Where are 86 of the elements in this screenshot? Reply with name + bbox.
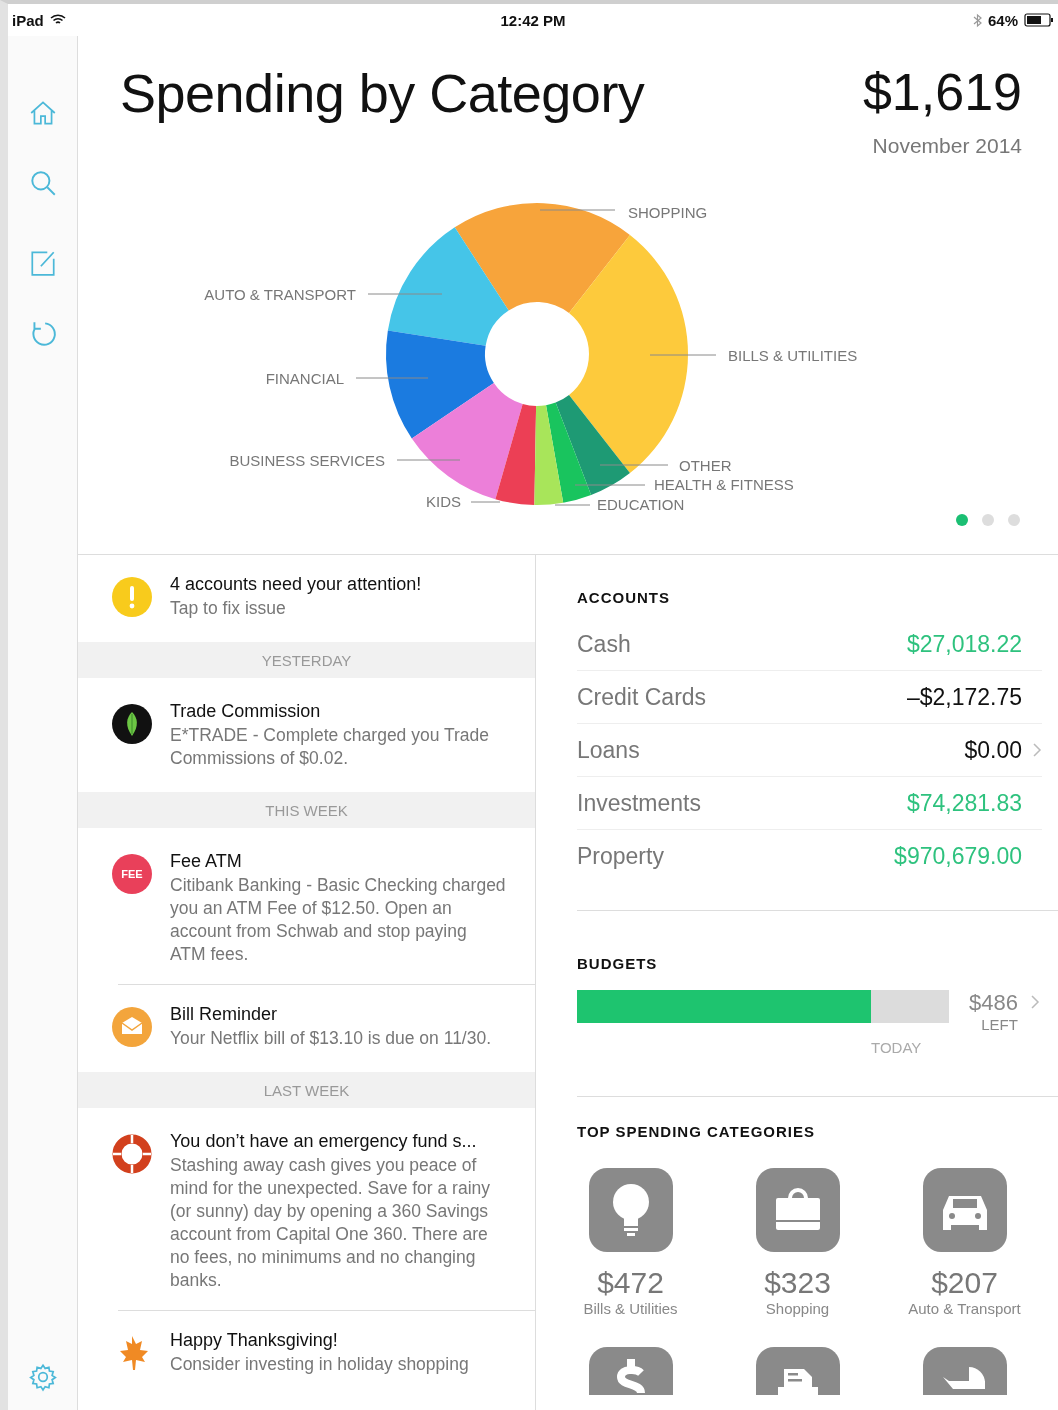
section-heading: BUDGETS	[577, 955, 659, 972]
category-name: Shopping	[765, 1300, 830, 1317]
leader-line	[396, 459, 461, 461]
donut-slice[interactable]	[387, 227, 509, 346]
section-heading: ACCOUNTS	[577, 589, 671, 606]
notification-text: Citibank Banking - Basic Checking charged you an ATM Fee of $12.50. Open an account from Schwab and stop paying ATM fees.	[170, 874, 506, 966]
battery-icon	[1024, 13, 1054, 27]
category-name: Bills & Utilities	[583, 1300, 678, 1317]
category-label: SHOPPING	[628, 204, 708, 221]
clock: 12:42 PM	[500, 11, 566, 29]
page-dot[interactable]	[1008, 514, 1020, 526]
category-label: BILLS & UTILITIES	[728, 347, 858, 364]
category-label: KIDS	[426, 493, 461, 510]
section-label: LAST WEEK	[263, 1081, 350, 1099]
account-name[interactable]: Loans	[577, 736, 965, 764]
account-balance: $0.00	[964, 736, 1022, 764]
shopping-bag-icon[interactable]	[755, 1168, 840, 1252]
leader-line	[470, 501, 501, 503]
notification-title[interactable]: Fee ATM	[170, 850, 506, 872]
category-amount: $472	[597, 1266, 664, 1300]
leader-line	[649, 354, 717, 356]
category-label: FINANCIAL	[265, 370, 344, 387]
account-balance: –$2,172.75	[906, 683, 1022, 711]
notification-text: Consider investing in holiday shopping	[170, 1353, 469, 1376]
account-name[interactable]: Investments	[577, 789, 907, 817]
donut-slice[interactable]	[386, 330, 494, 439]
page-dot[interactable]	[956, 514, 968, 526]
budget-amount: $486	[969, 990, 1018, 1016]
notification-text: E*TRADE - Complete charged you Trade Commissions of $0.02.	[170, 724, 491, 770]
stroller-icon[interactable]	[922, 1347, 1007, 1395]
lifebuoy-icon	[112, 1134, 152, 1174]
period-label: November 2014	[872, 134, 1022, 158]
leaf-icon	[112, 704, 152, 744]
category-label: AUTO & TRANSPORT	[204, 286, 356, 303]
account-balance: $27,018.22	[906, 630, 1022, 658]
notification-title[interactable]: Trade Commission	[170, 700, 506, 722]
notification-title[interactable]: Bill Reminder	[170, 1003, 492, 1025]
notification-text: Tap to fix issue	[170, 597, 287, 620]
category-amount: $323	[764, 1266, 831, 1300]
notification-text: Your Netflix bill of $13.10 is due on 11/30.	[170, 1027, 492, 1050]
account-balance: $970,679.00	[894, 842, 1022, 870]
device-name: iPad	[12, 11, 44, 29]
section-label: YESTERDAY	[261, 651, 352, 669]
budget-left-label: LEFT	[981, 1016, 1018, 1033]
page-title: Spending by Category	[120, 62, 645, 125]
category-label: BUSINESS SERVICES	[229, 452, 385, 469]
today-label: TODAY	[871, 1039, 922, 1056]
category-amount: $207	[931, 1266, 998, 1300]
donut-slice[interactable]	[555, 395, 630, 495]
section-label: THIS WEEK	[265, 801, 348, 819]
section-heading: TOP SPENDING CATEGORIES	[577, 1123, 817, 1140]
notification-title[interactable]: 4 accounts need your attention!	[170, 573, 422, 595]
category-label: HEALTH & FITNESS	[654, 476, 794, 493]
wifi-icon	[49, 14, 66, 26]
account-name[interactable]: Cash	[577, 630, 907, 658]
leader-line	[599, 464, 669, 466]
notification-text: Stashing away cash gives you peace of mind for the unexpected. Save for a rainy (or sunny) day by opening a 360 Savings account from Capital One 360. There are no fees, no minimums and no changing banks.	[170, 1154, 492, 1292]
category-label: OTHER	[679, 457, 732, 474]
bluetooth-icon	[972, 12, 982, 28]
category-name: Auto & Transport	[908, 1300, 1021, 1317]
notification-title[interactable]: You don’t have an emergency fund s...	[170, 1130, 506, 1152]
fee-badge: FEE	[112, 854, 152, 894]
battery-percent: 64%	[987, 11, 1018, 29]
account-name[interactable]: Property	[577, 842, 895, 870]
settings-icon[interactable]	[27, 1362, 58, 1392]
budget-bar[interactable]	[577, 990, 949, 1023]
donut-slice[interactable]	[546, 402, 592, 503]
chevron-icon[interactable]	[1029, 994, 1040, 1010]
notification-title[interactable]: Happy Thanksgiving!	[170, 1329, 469, 1351]
leader-line	[574, 484, 646, 486]
account-balance: $74,281.83	[906, 789, 1022, 817]
donut-slice[interactable]	[495, 404, 537, 505]
document-icon[interactable]	[755, 1347, 840, 1395]
category-label: EDUCATION	[597, 496, 685, 513]
dollar-icon[interactable]	[588, 1347, 673, 1395]
envelope-icon	[112, 1007, 152, 1047]
account-name[interactable]: Credit Cards	[577, 683, 907, 711]
page-dot[interactable]	[982, 514, 994, 526]
donut-slice[interactable]	[454, 203, 630, 313]
chevron-icon[interactable]	[1032, 742, 1042, 758]
lightbulb-icon[interactable]	[588, 1168, 673, 1252]
leader-line	[554, 504, 591, 506]
alert-icon	[112, 577, 152, 617]
total-amount: $1,619	[862, 62, 1022, 122]
donut-slice[interactable]	[534, 405, 564, 505]
car-icon[interactable]	[922, 1168, 1007, 1252]
